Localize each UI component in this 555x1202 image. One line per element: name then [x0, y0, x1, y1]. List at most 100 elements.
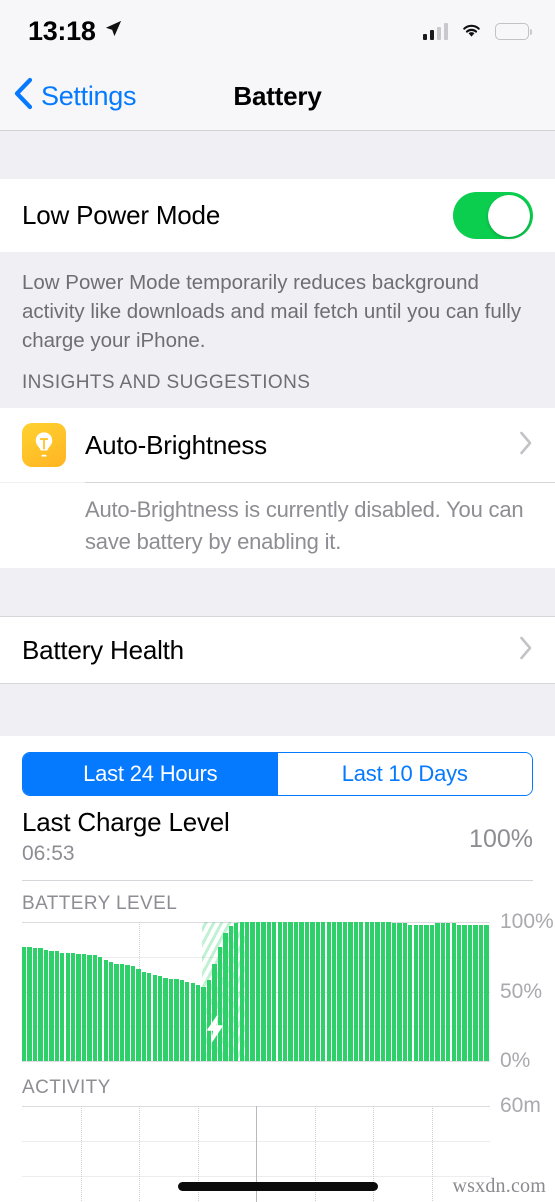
insights-section-header: INSIGHTS AND SUGGESTIONS [22, 372, 311, 393]
usage-range-segmented-control[interactable]: Last 24 Hours Last 10 Days [22, 752, 533, 796]
bar [60, 952, 65, 1061]
bar [299, 922, 304, 1061]
bar [130, 966, 136, 1061]
bar [234, 923, 239, 1061]
bar [397, 923, 402, 1061]
bar [43, 949, 49, 1061]
status-bar-left: 13:18 [28, 16, 123, 47]
battery-usage-card: Last 24 Hours Last 10 Days Last Charge L… [0, 736, 555, 1202]
bar [244, 922, 250, 1061]
bar [484, 924, 489, 1061]
bar [440, 923, 446, 1061]
tab-last-24-hours[interactable]: Last 24 Hours [23, 753, 278, 795]
last-charge-level-time: 06:53 [22, 842, 75, 865]
back-button[interactable]: Settings [0, 77, 136, 115]
bar [98, 956, 103, 1061]
last-charge-level-title: Last Charge Level [22, 807, 230, 837]
bar [38, 948, 43, 1061]
back-button-label: Settings [41, 80, 137, 111]
home-indicator[interactable] [177, 1182, 378, 1191]
bar [467, 924, 473, 1061]
bar [446, 923, 451, 1061]
bar [418, 924, 424, 1061]
bar [331, 922, 337, 1061]
bar [424, 924, 429, 1061]
bar [114, 963, 119, 1061]
bar [32, 948, 38, 1061]
auto-brightness-row[interactable]: Auto-Brightness [0, 408, 555, 482]
bar [353, 922, 359, 1061]
bar [147, 973, 152, 1061]
location-arrow-icon [104, 19, 123, 43]
bar [119, 963, 125, 1061]
bar [478, 924, 484, 1061]
bar [451, 923, 456, 1061]
battery-level-chart[interactable]: 100% 50% 0% [22, 910, 554, 1072]
bar [266, 922, 272, 1061]
bar [179, 980, 185, 1061]
bar [27, 947, 32, 1061]
bar [76, 953, 81, 1061]
bar [370, 922, 375, 1061]
bar [277, 922, 282, 1061]
bar [359, 922, 364, 1061]
bar [473, 924, 478, 1061]
bar [386, 922, 391, 1061]
bar [174, 979, 179, 1061]
y-axis-label: 0% [500, 1049, 531, 1072]
bar [435, 923, 440, 1061]
bar [22, 947, 27, 1061]
gridline [22, 1061, 490, 1062]
wifi-icon [459, 20, 484, 43]
status-bar-clock: 13:18 [28, 15, 96, 46]
last-charge-level-block: Last Charge Level 06:53 100% [0, 796, 555, 866]
auto-brightness-label: Auto-Brightness [85, 429, 267, 460]
battery-health-label: Battery Health [22, 634, 184, 665]
battery-health-row[interactable]: Battery Health [0, 617, 555, 683]
bar [380, 922, 386, 1061]
spacer-battery-health [0, 568, 555, 616]
battery-level-chart-title: BATTERY LEVEL [22, 893, 178, 914]
bar [250, 922, 255, 1061]
battery-settings-screen: 13:18 Settings Battery Low Power Mode Lo… [0, 0, 555, 1202]
lightbulb-icon [22, 423, 66, 467]
bar [54, 951, 59, 1061]
navigation-bar: Settings Battery [0, 62, 555, 131]
spacer-below-battery-health [0, 684, 555, 736]
bar [310, 922, 315, 1061]
bar [185, 981, 190, 1061]
bar [239, 922, 244, 1061]
vertical-gridline [431, 1106, 433, 1202]
bar [457, 924, 462, 1061]
bar [70, 952, 76, 1061]
lightning-bolt-icon [205, 1015, 225, 1047]
last-charge-level-percent: 100% [469, 825, 533, 853]
y-axis-label: 60m [500, 1094, 541, 1117]
chevron-left-icon [13, 77, 34, 115]
bar [65, 952, 70, 1061]
activity-chart-title: ACTIVITY [22, 1077, 111, 1098]
bar [462, 924, 467, 1061]
bar [152, 974, 157, 1061]
bar [81, 953, 87, 1061]
bar [92, 955, 98, 1061]
low-power-mode-row[interactable]: Low Power Mode [0, 179, 555, 252]
bar [364, 922, 369, 1061]
bar [342, 922, 348, 1061]
bar [255, 922, 261, 1061]
bar [141, 972, 146, 1061]
bar [168, 979, 174, 1061]
bar [293, 922, 299, 1061]
bar [196, 984, 201, 1061]
y-axis-label: 100% [500, 910, 554, 933]
chevron-right-icon [519, 431, 533, 460]
bar [337, 922, 342, 1061]
bar [49, 951, 54, 1061]
bar [125, 965, 130, 1061]
low-power-mode-toggle[interactable] [453, 192, 533, 239]
tab-last-10-days[interactable]: Last 10 Days [277, 753, 532, 795]
bar [408, 924, 413, 1061]
battery-level-y-axis: 100% 50% 0% [490, 910, 554, 1072]
cellular-signal-icon [422, 22, 448, 40]
bar [413, 924, 418, 1061]
